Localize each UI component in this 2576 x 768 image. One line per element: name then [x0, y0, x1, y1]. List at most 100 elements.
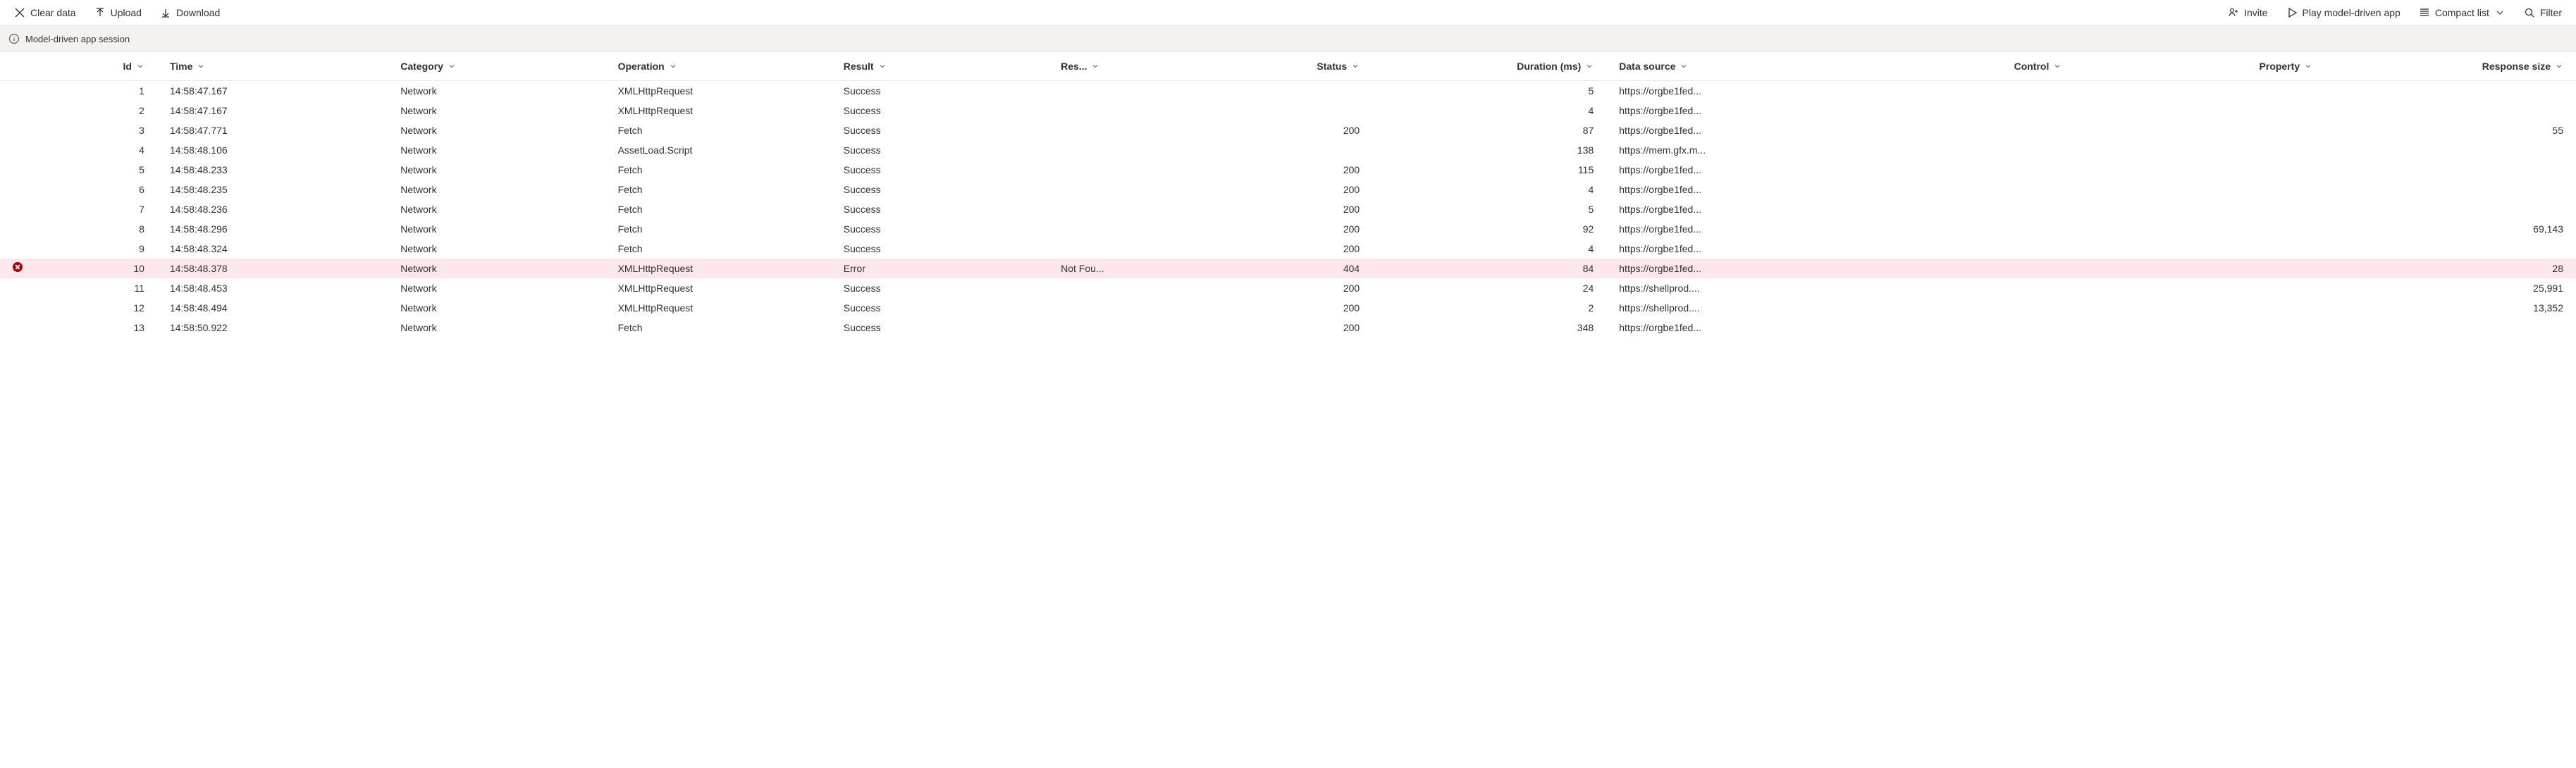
invite-button[interactable]: Invite [2226, 4, 2269, 21]
upload-button[interactable]: Upload [93, 4, 143, 21]
cell-time: 14:58:48.324 [157, 239, 388, 259]
table-row[interactable]: 814:58:48.296NetworkFetchSuccess20092htt… [0, 219, 2576, 239]
cell-id: 12 [50, 298, 157, 318]
cell-duration: 84 [1372, 259, 1606, 278]
cell-res [1048, 219, 1185, 239]
cell-result: Success [831, 101, 1048, 120]
cell-control [1824, 298, 2075, 318]
play-icon [2286, 7, 2298, 18]
cell-datasource: https://orgbe1fed... [1606, 199, 1823, 219]
cell-id: 6 [50, 180, 157, 199]
header-property[interactable]: Property [2074, 52, 2325, 81]
cell-id: 2 [50, 101, 157, 120]
cell-time: 14:58:48.233 [157, 160, 388, 180]
cell-__icon [0, 81, 50, 101]
table-row[interactable]: 314:58:47.771NetworkFetchSuccess20087htt… [0, 120, 2576, 140]
header-time[interactable]: Time [157, 52, 388, 81]
cell-category: Network [388, 101, 605, 120]
table-row[interactable]: 1114:58:48.453NetworkXMLHttpRequestSucce… [0, 278, 2576, 298]
header-result[interactable]: Result [831, 52, 1048, 81]
cell-status: 200 [1185, 199, 1373, 219]
cell-category: Network [388, 81, 605, 101]
table-row[interactable]: 514:58:48.233NetworkFetchSuccess200115ht… [0, 160, 2576, 180]
cell-responsesize: 25,991 [2325, 278, 2576, 298]
cell-property [2074, 298, 2325, 318]
header-duration-label: Duration (ms) [1517, 61, 1581, 72]
cell-id: 13 [50, 318, 157, 337]
table-row[interactable]: 214:58:47.167NetworkXMLHttpRequestSucces… [0, 101, 2576, 120]
table-row[interactable]: 1014:58:48.378NetworkXMLHttpRequestError… [0, 259, 2576, 278]
cell-responsesize [2325, 180, 2576, 199]
header-responsesize[interactable]: Response size [2325, 52, 2576, 81]
cell-property [2074, 160, 2325, 180]
cell-res [1048, 81, 1185, 101]
header-row: Id Time Category Operation Result Res...… [0, 52, 2576, 81]
chevron-down-icon [136, 62, 144, 70]
cell-datasource: https://orgbe1fed... [1606, 101, 1823, 120]
cell-result: Success [831, 298, 1048, 318]
cell-property [2074, 120, 2325, 140]
download-button[interactable]: Download [159, 4, 221, 21]
chevron-down-icon [2304, 62, 2312, 70]
invite-icon [2228, 7, 2239, 18]
header-datasource[interactable]: Data source [1606, 52, 1823, 81]
play-button[interactable]: Play model-driven app [2285, 4, 2402, 21]
header-result-label: Result [844, 61, 874, 72]
header-control[interactable]: Control [1824, 52, 2075, 81]
table-row[interactable]: 914:58:48.324NetworkFetchSuccess2004http… [0, 239, 2576, 259]
table-row[interactable]: 714:58:48.236NetworkFetchSuccess2005http… [0, 199, 2576, 219]
cell-category: Network [388, 120, 605, 140]
filter-button[interactable]: Filter [2522, 4, 2563, 21]
table-row[interactable]: 1214:58:48.494NetworkXMLHttpRequestSucce… [0, 298, 2576, 318]
cell-datasource: https://orgbe1fed... [1606, 239, 1823, 259]
header-id[interactable]: Id [50, 52, 157, 81]
cell-category: Network [388, 199, 605, 219]
cell-responsesize: 28 [2325, 259, 2576, 278]
cell-datasource: https://mem.gfx.m... [1606, 140, 1823, 160]
cell-res [1048, 239, 1185, 259]
cell-datasource: https://shellprod.... [1606, 278, 1823, 298]
cell-time: 14:58:48.106 [157, 140, 388, 160]
chevron-down-icon [878, 62, 887, 70]
cell-result: Error [831, 259, 1048, 278]
download-label: Download [176, 7, 220, 18]
table-row[interactable]: 414:58:48.106NetworkAssetLoad.ScriptSucc… [0, 140, 2576, 160]
cell-id: 1 [50, 81, 157, 101]
clear-data-button[interactable]: Clear data [13, 4, 78, 21]
header-category[interactable]: Category [388, 52, 605, 81]
cell-res [1048, 180, 1185, 199]
close-icon [14, 7, 25, 18]
cell-__icon [0, 140, 50, 160]
upload-label: Upload [111, 7, 142, 18]
cell-datasource: https://orgbe1fed... [1606, 180, 1823, 199]
cell-operation: XMLHttpRequest [605, 259, 831, 278]
table-row[interactable]: 1314:58:50.922NetworkFetchSuccess200348h… [0, 318, 2576, 337]
toolbar: Clear data Upload Download Invite Play m… [0, 0, 2576, 26]
cell-control [1824, 219, 2075, 239]
cell-result: Success [831, 140, 1048, 160]
table-row[interactable]: 114:58:47.167NetworkXMLHttpRequestSucces… [0, 81, 2576, 101]
header-operation[interactable]: Operation [605, 52, 831, 81]
cell-datasource: https://shellprod.... [1606, 298, 1823, 318]
cell-category: Network [388, 219, 605, 239]
cell-duration: 348 [1372, 318, 1606, 337]
cell-duration: 2 [1372, 298, 1606, 318]
header-res[interactable]: Res... [1048, 52, 1185, 81]
cell-res [1048, 298, 1185, 318]
cell-__icon [0, 120, 50, 140]
cell-time: 14:58:47.771 [157, 120, 388, 140]
cell-__icon [0, 318, 50, 337]
cell-res [1048, 120, 1185, 140]
cell-__icon [0, 199, 50, 219]
chevron-down-icon [2053, 62, 2062, 70]
chevron-down-icon [197, 62, 205, 70]
header-status[interactable]: Status [1185, 52, 1373, 81]
header-duration[interactable]: Duration (ms) [1372, 52, 1606, 81]
cell-control [1824, 199, 2075, 219]
header-control-label: Control [2014, 61, 2050, 72]
cell-control [1824, 101, 2075, 120]
cell-res [1048, 199, 1185, 219]
table-row[interactable]: 614:58:48.235NetworkFetchSuccess2004http… [0, 180, 2576, 199]
cell-duration: 87 [1372, 120, 1606, 140]
compact-list-button[interactable]: Compact list [2417, 4, 2507, 21]
